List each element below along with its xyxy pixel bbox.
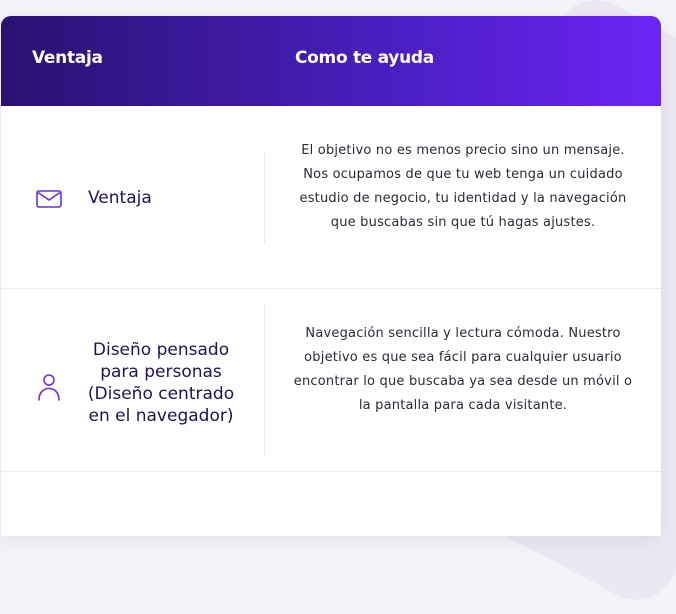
column-divider bbox=[264, 152, 265, 244]
comparison-table: Ventaja Como te ayuda Ventaja El objetiv… bbox=[1, 16, 661, 536]
feature-title: Ventaja bbox=[88, 188, 152, 208]
column-divider bbox=[264, 303, 265, 455]
header-advantage: Ventaja bbox=[32, 48, 103, 68]
feature-description: El objetivo no es menos precio sino un m… bbox=[299, 143, 627, 230]
header-how-it-helps: Como te ayuda bbox=[295, 48, 434, 68]
table-row-partial bbox=[1, 472, 661, 532]
table-header: Ventaja Como te ayuda bbox=[1, 16, 661, 106]
table-row: Ventaja El objetivo no es menos precio s… bbox=[1, 106, 661, 289]
feature-title: Diseño pensado para personas (Diseño cen… bbox=[87, 340, 235, 426]
feature-description: Navegación sencilla y lectura cómoda. Nu… bbox=[293, 326, 633, 413]
table-row: Diseño pensado para personas (Diseño cen… bbox=[1, 289, 661, 472]
mail-icon bbox=[36, 190, 62, 213]
user-icon bbox=[36, 373, 62, 406]
